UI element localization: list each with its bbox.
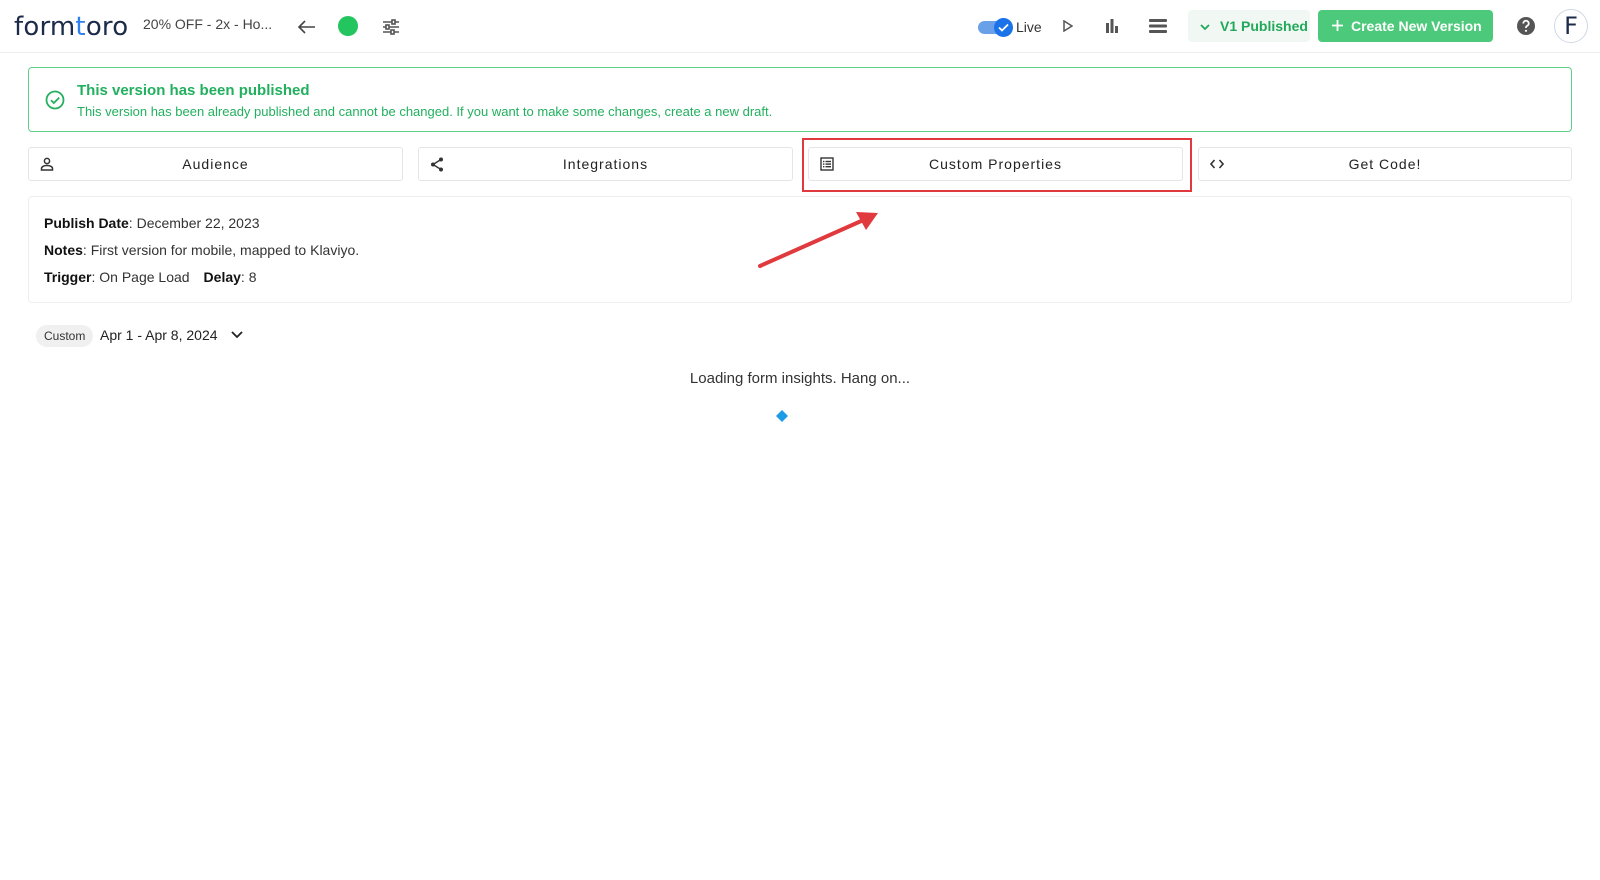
share-icon [429, 156, 445, 172]
trigger-value: On Page Load [99, 269, 190, 285]
back-arrow-icon[interactable] [294, 14, 320, 40]
live-toggle[interactable] [978, 18, 1014, 37]
user-avatar[interactable]: F [1554, 9, 1588, 43]
published-notice: This version has been published This ver… [28, 67, 1572, 132]
red-arrow-annotation [758, 212, 878, 268]
delay-value: 8 [248, 269, 257, 285]
tab-label: Custom Properties [929, 156, 1062, 172]
version-dropdown-button[interactable]: V1 Published [1188, 10, 1310, 42]
version-label: V1 Published [1220, 18, 1308, 34]
list-alt-icon [819, 156, 835, 172]
create-label: Create New Version [1351, 18, 1482, 34]
notes-row: Notes: First version for mobile, mapped … [44, 242, 360, 258]
notice-text: This version has been already published … [77, 104, 773, 119]
loading-message: Loading form insights. Hang on... [689, 370, 911, 387]
logo-suffix: oro [85, 12, 129, 42]
tab-label: Integrations [562, 156, 649, 172]
trigger-label: Trigger [44, 269, 92, 285]
person-icon [39, 156, 55, 172]
chevron-down-icon [1200, 18, 1210, 34]
play-icon[interactable] [1056, 14, 1080, 38]
chevron-down-icon[interactable] [230, 327, 248, 345]
help-icon[interactable] [1515, 15, 1537, 37]
logo-accent: t [75, 12, 86, 42]
notes-label: Notes [44, 242, 83, 258]
loading-spinner-icon [776, 409, 788, 422]
tab-custom-properties[interactable]: Custom Properties [808, 147, 1183, 181]
publish-date-value: December 22, 2023 [136, 215, 260, 231]
form-name[interactable]: 20% OFF - 2x - Ho... [143, 16, 272, 32]
create-new-version-button[interactable]: Create New Version [1318, 10, 1493, 42]
trigger-row: Trigger: On Page Load Delay: 8 [44, 269, 257, 285]
list-icon[interactable] [1146, 14, 1170, 38]
tune-settings-icon[interactable] [378, 14, 404, 40]
tab-label: Audience [182, 156, 249, 172]
date-preset-chip[interactable]: Custom [36, 325, 94, 347]
live-label: Live [1016, 19, 1042, 35]
check-circle-icon [45, 90, 65, 110]
status-dot[interactable] [338, 16, 358, 36]
tab-get-code[interactable]: Get Code! [1198, 147, 1572, 181]
logo-prefix: form [14, 12, 76, 42]
formtoro-logo[interactable]: formtoro [14, 12, 128, 42]
notice-title: This version has been published [77, 82, 310, 99]
delay-label: Delay [203, 269, 241, 285]
bar-chart-icon[interactable] [1100, 14, 1124, 38]
code-icon [1209, 156, 1225, 172]
tab-integrations[interactable]: Integrations [418, 147, 793, 181]
notes-value: First version for mobile, mapped to Klav… [90, 242, 360, 258]
plus-icon [1332, 18, 1343, 34]
publish-date-row: Publish Date: December 22, 2023 [44, 215, 260, 231]
publish-date-label: Publish Date [44, 215, 129, 231]
tab-label: Get Code! [1348, 156, 1422, 172]
check-icon [994, 18, 1013, 37]
top-bar: formtoro 20% OFF - 2x - Ho... Live V1 Pu… [0, 0, 1600, 53]
tab-audience[interactable]: Audience [28, 147, 403, 181]
date-range-selector[interactable]: Apr 1 - Apr 8, 2024 [100, 327, 218, 343]
